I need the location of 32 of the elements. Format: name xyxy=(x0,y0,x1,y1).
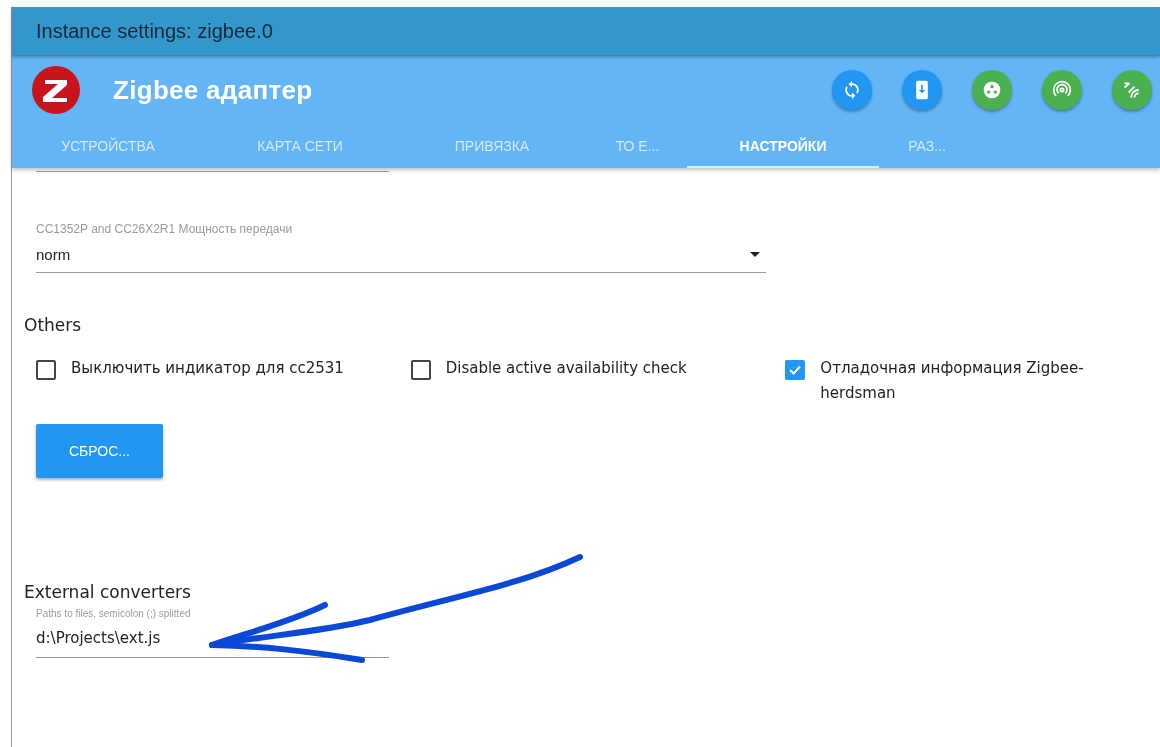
action-button[interactable] xyxy=(832,70,872,110)
action-button[interactable] xyxy=(902,70,942,110)
tab[interactable]: РАЗ... xyxy=(879,125,975,168)
tab[interactable]: ПРИВЯЗКА xyxy=(396,125,588,168)
checkbox[interactable] xyxy=(410,360,431,380)
select-field[interactable]: norm xyxy=(36,236,766,273)
tab[interactable]: НАСТРОЙКИ xyxy=(687,125,879,168)
dots-circle-icon xyxy=(982,80,1002,100)
dialog-title: Instance settings: zigbee.0 xyxy=(12,7,1160,55)
action-button[interactable] xyxy=(972,70,1012,110)
section-heading: External converters xyxy=(24,582,192,602)
tab[interactable]: ТО Е... xyxy=(588,125,687,168)
signal-icon xyxy=(1122,80,1142,100)
field-label: Paths to files, semicolon (;) splitted xyxy=(36,608,192,619)
section-heading: Others xyxy=(24,315,83,335)
caret-icon xyxy=(750,251,760,257)
action-button[interactable] xyxy=(1112,70,1152,110)
logo-icon xyxy=(31,65,81,115)
tab[interactable]: КАРТА СЕТИ xyxy=(204,125,396,168)
checkbox-label: Disable active availability check xyxy=(445,358,687,379)
input-field[interactable]: d:\Projects\ext.js xyxy=(36,619,389,658)
tab[interactable]: УСТРОЙСТВА xyxy=(12,125,204,168)
reset-button[interactable]: СБРОС... xyxy=(36,424,163,478)
checkbox-label: Отладочная информация Zigbee-herdsman xyxy=(820,358,1085,404)
check-icon xyxy=(789,365,802,375)
field-label: CC1352P and CC26X2R1 Мощность передачи xyxy=(36,222,294,236)
sync-icon xyxy=(842,80,862,100)
checkbox[interactable] xyxy=(785,360,806,380)
app-title: Zigbee адаптер xyxy=(113,74,313,106)
checkbox[interactable] xyxy=(36,360,56,380)
checkbox-label: Выключить индикатор для cc2531 xyxy=(71,358,344,379)
action-button[interactable] xyxy=(1042,70,1082,110)
